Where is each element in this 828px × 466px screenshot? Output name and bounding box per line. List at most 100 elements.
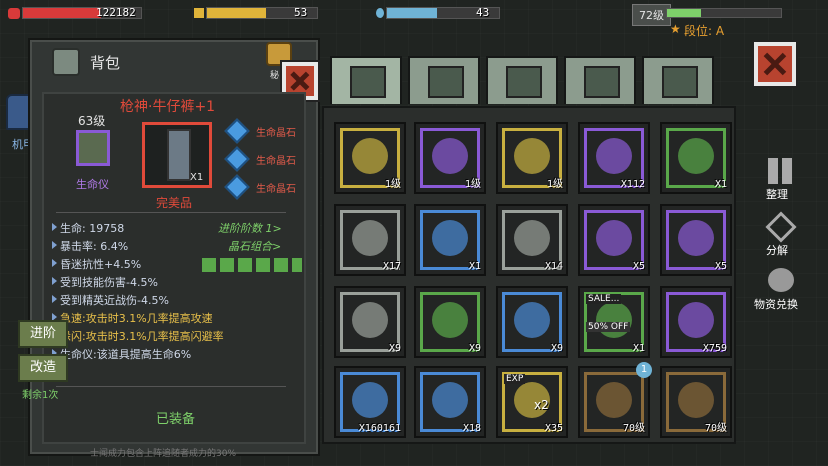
exchange-icon[interactable] [768,268,794,292]
notification-badge: 1 [636,362,652,378]
footer-note: 士闻成力包含上阵追随者成力的30% [90,449,237,459]
stat-elite: 受到精英近战伤-4.5% [52,294,169,307]
inventory-slot[interactable]: X14 [496,204,568,276]
stat-crit: 暴击率: 6.4% [51,240,129,253]
item-count: X759 [702,343,727,354]
item-count: X18 [462,423,481,434]
inventory-slot[interactable]: X5 [660,204,732,276]
item-icon [514,302,550,338]
item-count: X17 [382,261,401,272]
item-count: 1级 [546,179,563,190]
item-count: X5 [714,261,727,272]
stat-dodge: 躲闪:攻击时3.1%几率提高闪避率 [52,330,224,343]
gem-combo-link[interactable]: 晶石组合> [228,238,281,254]
star-icon: ★ [670,22,681,36]
sort-icon[interactable] [768,158,794,184]
energy-icon [194,8,204,18]
hp-value: 122182 [96,6,136,19]
item-multiplier: x2 [534,398,549,412]
item-count: X1 [632,343,645,354]
gun-icon [584,66,620,98]
mana-value: 43 [476,6,490,19]
inventory-slot[interactable]: X160161 [334,366,406,438]
item-count: X5 [632,261,645,272]
item-icon [514,138,550,174]
exp-bar [666,8,782,18]
tab-medkit[interactable] [408,56,480,104]
equipped-label: 已装备 [156,412,196,427]
item-icon [432,220,468,256]
item-icon [432,382,468,418]
inventory-slot[interactable]: X759 [660,286,732,358]
item-icon [352,220,388,256]
item-icon [596,220,632,256]
tab-gun[interactable] [564,56,636,104]
item-icon [678,138,714,174]
life-meter-icon [76,130,110,166]
inventory-slot[interactable]: X112 [578,122,650,194]
item-icon [678,220,714,256]
inventory-slot[interactable]: X9 [414,286,486,358]
item-level: 63级 [78,114,106,128]
decompose-button[interactable]: 分解 [766,242,788,258]
item-count: 70级 [622,423,645,434]
bag-title: 背包 [90,54,121,72]
item-icon [678,382,714,418]
inventory-slot[interactable]: X9 [334,286,406,358]
item-count: X1 [714,179,727,190]
inventory-slot[interactable]: X18 [414,366,486,438]
item-icon [352,138,388,174]
drop-icon [376,8,384,18]
divider [56,212,286,213]
close-inventory-button[interactable] [752,40,798,88]
seal-label: 秘 [270,71,280,81]
inventory-slot[interactable]: 1级 [334,122,406,194]
tab-parts[interactable] [642,56,714,104]
inventory-slot[interactable]: X9 [496,286,568,358]
stat-haste: 急速:攻击时3.1%几率提高攻速 [52,312,213,325]
inventory-slot[interactable]: 1级 [414,122,486,194]
item-count: X1 [190,172,204,183]
item-icon [596,382,632,418]
tab-armor[interactable] [486,56,558,104]
exchange-button[interactable]: 物资兑换 [754,296,798,312]
gem-label: 生命晶石 [256,156,296,167]
item-count: X35 [544,423,563,434]
item-count: 70级 [704,423,727,434]
divider [56,386,286,387]
stat-stun: 昏迷抗性+4.5% [51,258,142,271]
advance-link[interactable]: 进阶阶数 1> [218,220,282,236]
advance-button[interactable]: 进阶 [18,320,68,348]
item-count: X9 [550,343,563,354]
tab-backpack[interactable] [330,56,402,104]
inventory-slot[interactable]: 1 70级 [578,362,652,438]
sort-button[interactable]: 整理 [766,186,788,202]
gem-label: 生命晶石 [256,128,296,139]
rank-label: 段位: A [684,24,725,38]
inventory-slot[interactable]: X5 [578,204,650,276]
item-label: EXP [504,374,526,384]
heart-icon [8,8,20,19]
parts-icon [662,66,698,98]
backpack-icon [350,66,386,98]
inventory-slot[interactable]: X1 [414,204,486,276]
inventory-slot[interactable]: 70级 [660,366,732,438]
item-name: 枪神·牛仔裤+1 [120,99,216,115]
jeans-icon [167,129,191,181]
inventory-slot[interactable]: SALE... 50% OFF X1 [578,286,650,358]
medkit-icon [428,66,464,98]
item-icon [432,302,468,338]
armor-set-icons [202,258,302,272]
inventory-slot[interactable]: 1级 [496,122,568,194]
modify-button[interactable]: 改造 [18,354,68,382]
item-icon [596,138,632,174]
inventory-slot[interactable]: X1 [660,122,732,194]
stat-meter: 生命仪:该道具提高生命6% [51,348,192,361]
life-meter-label: 生命仪 [76,178,109,191]
item-count: X112 [620,179,645,190]
item-count: X1 [468,261,481,272]
sale-badge: 50% OFF [586,322,631,332]
item-count: 1级 [384,179,401,190]
inventory-slot[interactable]: X17 [334,204,406,276]
inventory-slot[interactable]: EXP x2 X35 [496,366,568,438]
